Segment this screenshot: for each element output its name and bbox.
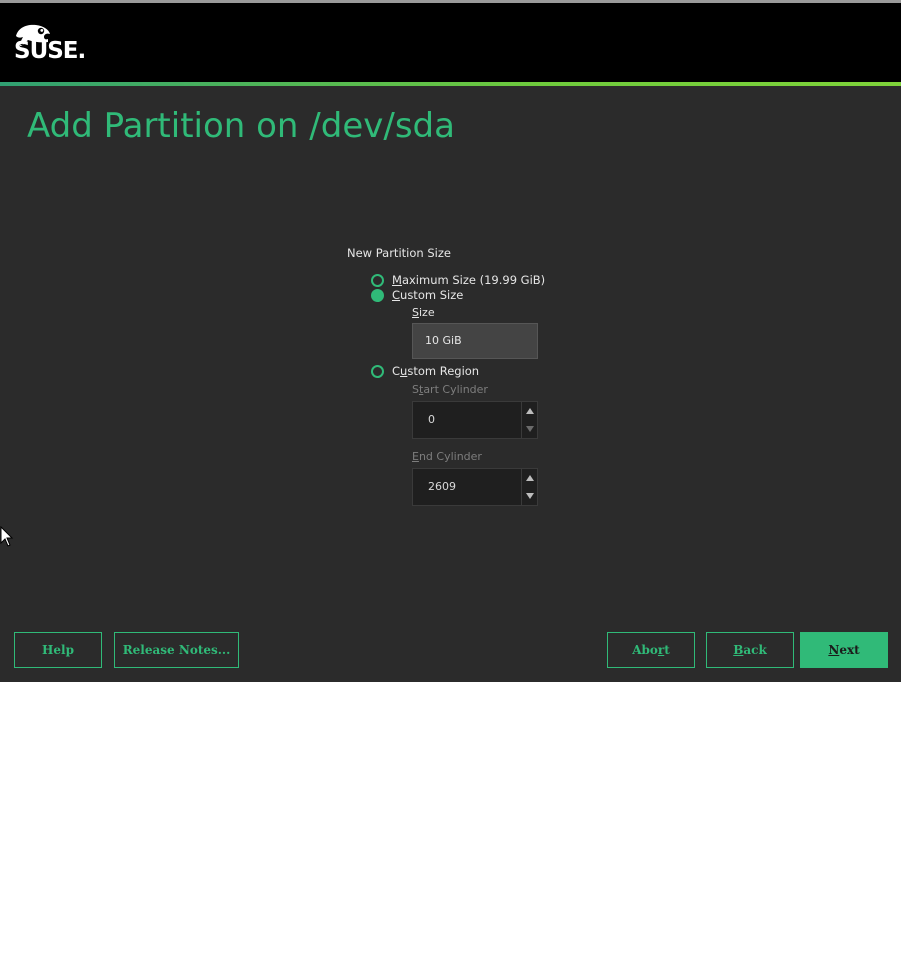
suse-logo-text: SUSE.: [14, 38, 86, 64]
release-notes-button[interactable]: Release Notes...: [114, 632, 239, 668]
radio-button-icon[interactable]: [371, 364, 384, 378]
radio-custom-region-label: Custom Region: [392, 364, 480, 378]
end-cylinder-spin-buttons: [521, 469, 537, 505]
abort-button[interactable]: Abo r t: [607, 632, 695, 668]
start-cylinder-value[interactable]: 0: [428, 402, 435, 438]
installer-screen: SUSE. Add Partition on /dev/sda New Part…: [0, 0, 901, 682]
radio-maximum-size[interactable]: Maximum Size (19.99 GiB): [371, 272, 545, 288]
start-cylinder-spinbox[interactable]: 0: [412, 401, 538, 439]
back-button[interactable]: Back: [706, 632, 794, 668]
help-button[interactable]: Help: [14, 632, 102, 668]
next-button[interactable]: Next: [800, 632, 888, 668]
page-title: Add Partition on /dev/sda: [27, 106, 455, 146]
radio-custom-region[interactable]: Custom Region: [371, 363, 479, 379]
radio-custom-size[interactable]: Custom Size: [371, 287, 463, 303]
spin-up-arrow-icon[interactable]: [522, 469, 537, 487]
size-input[interactable]: 10 GiB: [412, 323, 538, 359]
spin-down-arrow-icon[interactable]: [522, 420, 537, 438]
spin-down-arrow-icon[interactable]: [522, 487, 537, 505]
header-accent-line: [0, 82, 901, 86]
size-label: Size: [412, 306, 435, 319]
end-cylinder-value[interactable]: 2609: [428, 469, 456, 505]
header-bar: [0, 3, 901, 82]
new-partition-size-label: New Partition Size: [347, 246, 451, 260]
radio-custom-size-label: Custom Size: [392, 288, 464, 302]
end-cylinder-label: End Cylinder: [412, 450, 482, 463]
radio-button-icon[interactable]: [371, 273, 384, 287]
start-cylinder-label: Start Cylinder: [412, 383, 488, 396]
radio-maximum-size-label: Maximum Size (19.99 GiB): [392, 273, 546, 287]
end-cylinder-spinbox[interactable]: 2609: [412, 468, 538, 506]
spin-up-arrow-icon[interactable]: [522, 402, 537, 420]
start-cylinder-spin-buttons: [521, 402, 537, 438]
radio-button-selected-icon[interactable]: [371, 288, 384, 302]
mouse-pointer-icon: [0, 526, 14, 547]
